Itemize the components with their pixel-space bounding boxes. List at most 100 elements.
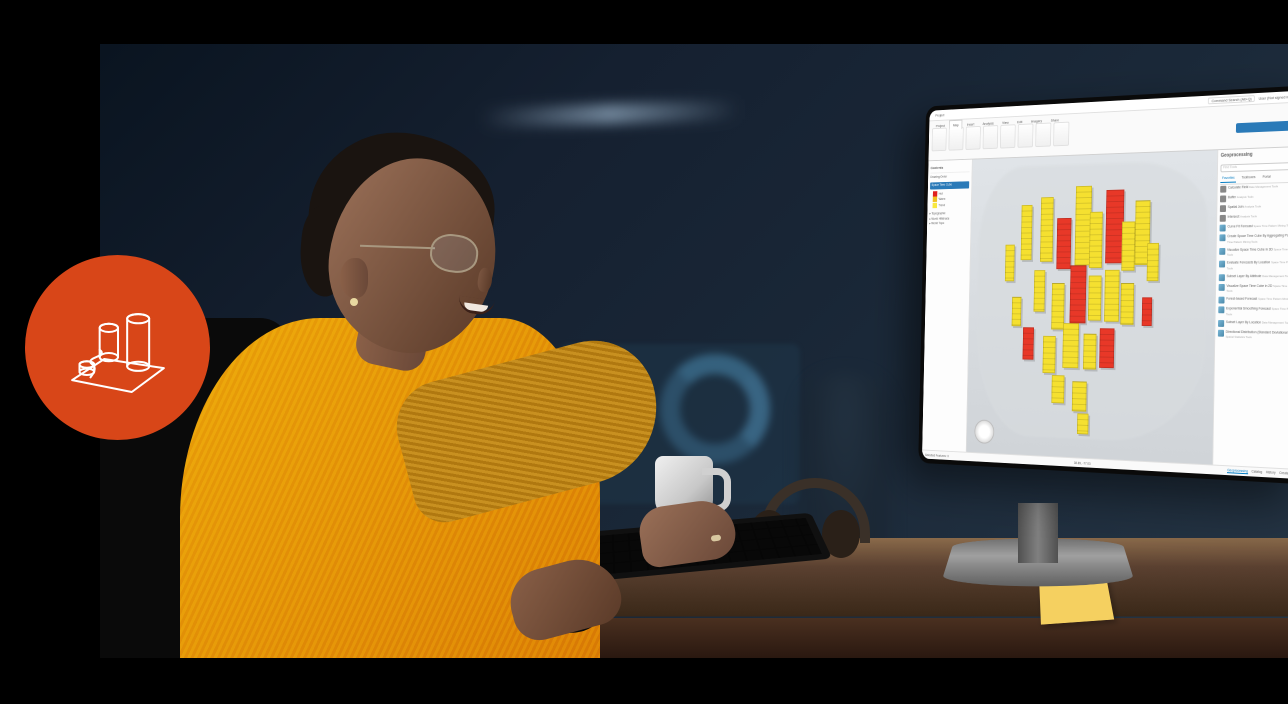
ribbon-button[interactable] (1000, 124, 1016, 148)
tool-label: Visualize Space Time Cube in 3D Space Ti… (1227, 247, 1288, 258)
data-stack (1042, 336, 1055, 373)
data-stack (1052, 375, 1065, 403)
tool-item[interactable]: Directional Distribution (Standard Devia… (1218, 328, 1288, 343)
data-stack (1147, 243, 1159, 281)
tool-item[interactable]: Visualize Space Time Cube in 2D Space Ti… (1219, 282, 1288, 295)
status-tab-catalog[interactable]: Catalog (1251, 470, 1262, 476)
contents-panel[interactable]: Contents Drawing Order Space Time Cube H… (922, 160, 972, 452)
cube-icon (1219, 235, 1225, 242)
data-stack (1022, 328, 1034, 360)
background-donut-chart (660, 354, 770, 464)
ribbon-highlight[interactable] (1236, 120, 1288, 133)
data-stack (1004, 245, 1014, 282)
data-stack (1077, 413, 1089, 434)
ribbon-tab-view[interactable]: View (998, 117, 1012, 128)
tool-label: Buffer Analysis Tools (1228, 194, 1288, 201)
data-stack (1033, 270, 1045, 312)
tool-label: Spatial Join Analysis Tools (1228, 204, 1288, 211)
status-tabs: GeoprocessingCatalog HistoryCreate Featur… (1227, 468, 1288, 477)
data-stack (1121, 283, 1135, 325)
geoprocessing-title: Geoprocessing (1221, 150, 1288, 162)
ribbon-tab-imagery[interactable]: Imagery (1027, 115, 1046, 126)
cube-icon (1218, 307, 1224, 314)
gp-tab-favorites[interactable]: Favorites (1220, 174, 1236, 182)
status-coords: 38.89, -77.03 (1074, 461, 1091, 466)
monitor: Project Command Search (Alt+Q) User (Not… (918, 85, 1288, 485)
ribbon-button[interactable] (965, 126, 980, 150)
space-time-cubes (982, 161, 1191, 434)
ribbon-tab-project[interactable]: Project (932, 120, 949, 131)
tool-item[interactable]: Visualize Space Time Cube in 3D Space Ti… (1219, 245, 1288, 259)
app-body: Contents Drawing Order Space Time Cube H… (922, 147, 1288, 470)
ear (340, 258, 368, 298)
status-tab-history[interactable]: History (1266, 470, 1276, 475)
ribbon-tab-map[interactable]: Map (949, 120, 962, 130)
data-stack (1088, 275, 1102, 320)
cube-icon (1218, 330, 1224, 337)
monitor-neck (1018, 503, 1058, 563)
tool-label: Create Space Time Cube By Aggregating Po… (1227, 233, 1288, 244)
ribbon-tab-analysis[interactable]: Analysis (979, 118, 998, 129)
ribbon-button[interactable] (932, 128, 947, 152)
tool-label: Evaluate Forecasts By Location Space Tim… (1227, 260, 1288, 271)
legend-item: Trend (933, 202, 969, 209)
geoprocessing-panel[interactable]: Geoprocessing Find Tools Favorites Toolbo… (1212, 147, 1288, 470)
tool-search-input[interactable]: Find Tools (1221, 161, 1288, 172)
data-stack (1104, 270, 1120, 322)
hammer-icon (1220, 205, 1226, 212)
tool-item[interactable]: Subset Layer By Attribute Data Managemen… (1219, 272, 1288, 282)
tool-label: Directional Distribution (Standard Devia… (1226, 330, 1288, 342)
gp-tab-toolboxes[interactable]: Toolboxes (1240, 174, 1257, 183)
data-stack (1069, 265, 1086, 323)
tool-label: Exponential Smoothing Forecast Space Tim… (1226, 307, 1288, 318)
command-search[interactable]: Command Search (Alt+Q) (1208, 95, 1255, 104)
data-stack (1142, 297, 1152, 326)
cube-icon (1219, 284, 1225, 291)
tool-label: Curve Fit Forecast Space Time Pattern Mi… (1227, 223, 1288, 229)
tool-item[interactable]: Forest-based Forecast Space Time Pattern… (1218, 295, 1288, 305)
earring (350, 298, 358, 306)
cube-icon (1220, 225, 1226, 232)
data-stack (1099, 329, 1114, 369)
navigator-compass-icon[interactable] (974, 419, 994, 444)
tool-item[interactable]: Evaluate Forecasts By Location Space Tim… (1219, 259, 1288, 273)
cube-icon (1219, 261, 1225, 268)
user-status[interactable]: User (Not signed in) (1259, 94, 1288, 101)
ribbon-tab-edit[interactable]: Edit (1013, 116, 1026, 127)
tool-item[interactable]: Create Space Time Cube By Aggregating Po… (1219, 232, 1288, 246)
tool-list: Calculate Field Data Management Tools Buf… (1218, 182, 1288, 342)
cube-icon (1219, 248, 1225, 255)
feature-badge (25, 255, 210, 440)
status-tab-create-features[interactable]: Create Features (1279, 471, 1288, 477)
search-placeholder: Find Tools (1223, 165, 1237, 169)
hammer-icon (1220, 215, 1226, 222)
gis-application-screen[interactable]: Project Command Search (Alt+Q) User (Not… (922, 90, 1288, 479)
hammer-icon (1220, 186, 1226, 193)
tool-label: Forest-based Forecast Space Time Pattern… (1226, 297, 1288, 303)
data-stack (1062, 323, 1079, 368)
legend: HotWarmTrend (930, 188, 970, 212)
status-tab-geoprocessing[interactable]: Geoprocessing (1227, 468, 1248, 474)
tool-label: Subset Layer By Attribute Data Managemen… (1227, 274, 1288, 279)
cube-icon (1218, 297, 1224, 304)
data-stack (1040, 197, 1054, 262)
data-stack (1083, 334, 1097, 370)
ribbon-button[interactable] (1035, 123, 1051, 148)
tool-label: Visualize Space Time Cube in 2D Space Ti… (1226, 284, 1288, 294)
tool-item[interactable]: Exponential Smoothing Forecast Space Tim… (1218, 305, 1288, 319)
ribbon-button[interactable] (1053, 122, 1069, 147)
cube-icon (1219, 274, 1225, 281)
ribbon-button[interactable] (1018, 123, 1034, 147)
cube-icon (1218, 320, 1224, 327)
tool-label: Calculate Field Data Management Tools (1228, 184, 1288, 191)
hammer-icon (1220, 196, 1226, 203)
layer-item[interactable]: ▸ World Topo (929, 221, 968, 227)
ribbon-tab-insert[interactable]: Insert (963, 119, 978, 130)
ribbon-button[interactable] (983, 125, 999, 149)
map-viewport[interactable] (967, 150, 1218, 464)
ribbon-tab-share[interactable]: Share (1047, 115, 1063, 126)
gp-tab-portal[interactable]: Portal (1261, 173, 1273, 181)
3d-map-cylinders-icon (63, 293, 173, 403)
data-stack (1056, 218, 1071, 269)
ribbon-button[interactable] (948, 127, 963, 151)
